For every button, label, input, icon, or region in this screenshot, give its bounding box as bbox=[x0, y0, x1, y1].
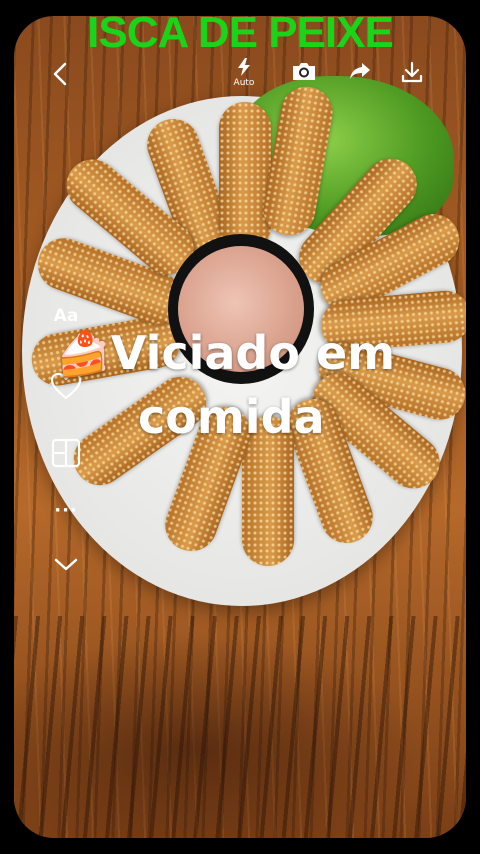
wooden-table bbox=[14, 616, 466, 838]
camera-button[interactable] bbox=[290, 60, 318, 86]
collapse-button[interactable] bbox=[46, 556, 86, 578]
share-arrow-icon bbox=[350, 63, 370, 79]
caption-text[interactable]: 🍰Viciado em comida bbox=[56, 322, 456, 448]
caption-line-1: Viciado em bbox=[110, 326, 396, 380]
overlay-title: ISCA DE PEIXE bbox=[87, 8, 394, 57]
cake-emoji: 🍰 bbox=[56, 329, 111, 380]
more-label: ··· bbox=[54, 500, 78, 521]
camera-icon bbox=[293, 63, 315, 80]
chevron-left-icon bbox=[53, 62, 67, 86]
chevron-down-icon bbox=[54, 558, 78, 571]
download-button[interactable] bbox=[398, 60, 426, 88]
flash-button[interactable]: Auto bbox=[226, 58, 262, 88]
top-toolbar: Auto bbox=[0, 58, 480, 98]
lightning-icon bbox=[238, 58, 250, 76]
more-button[interactable]: ··· bbox=[46, 500, 86, 521]
caption-line-2: comida bbox=[138, 390, 325, 444]
share-button[interactable] bbox=[346, 61, 374, 85]
flash-mode-label: Auto bbox=[233, 78, 255, 88]
fish-stick bbox=[219, 102, 271, 252]
back-button[interactable] bbox=[48, 60, 74, 88]
download-icon bbox=[401, 61, 423, 83]
